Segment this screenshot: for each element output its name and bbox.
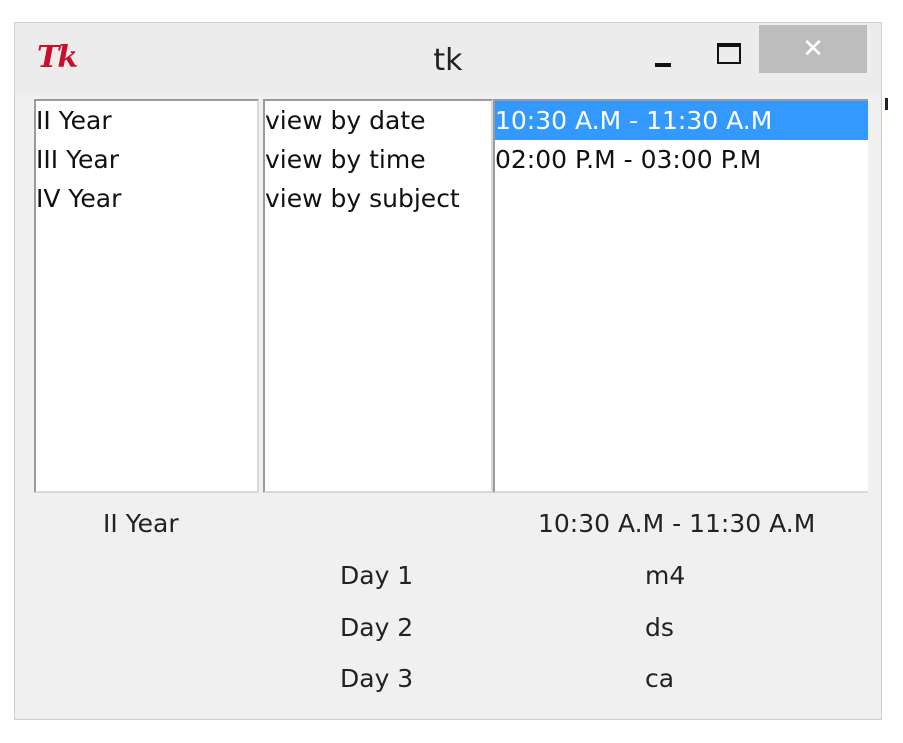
tk-window: Tk tk ✕ II Year III Year IV Year view by… bbox=[14, 22, 882, 720]
selected-time-label: 10:30 A.M - 11:30 A.M bbox=[538, 509, 816, 538]
minimize-button[interactable] bbox=[645, 41, 681, 75]
view-mode-list-item[interactable]: view by subject bbox=[265, 179, 491, 218]
view-mode-list-item[interactable]: view by date bbox=[265, 101, 491, 140]
subject-label: ds bbox=[645, 613, 674, 642]
title-bar: Tk tk ✕ bbox=[15, 23, 881, 95]
subject-label: ca bbox=[645, 664, 675, 693]
view-mode-listbox[interactable]: view by date view by time view by subjec… bbox=[263, 99, 493, 493]
stray-mark bbox=[885, 98, 888, 110]
day-label: Day 2 bbox=[340, 613, 414, 642]
day-label: Day 3 bbox=[340, 664, 414, 693]
year-listbox[interactable]: II Year III Year IV Year bbox=[34, 99, 259, 493]
subject-label: m4 bbox=[645, 561, 686, 590]
time-slot-listbox[interactable]: 10:30 A.M - 11:30 A.M 02:00 P.M - 03:00 … bbox=[493, 99, 868, 493]
time-slot-list-item[interactable]: 10:30 A.M - 11:30 A.M bbox=[495, 101, 868, 140]
view-mode-list-item[interactable]: view by time bbox=[265, 140, 491, 179]
selected-year-label: II Year bbox=[103, 509, 179, 538]
window-title: tk bbox=[433, 43, 463, 78]
maximize-button[interactable] bbox=[708, 35, 748, 73]
close-button[interactable]: ✕ bbox=[759, 25, 867, 73]
time-slot-list-item[interactable]: 02:00 P.M - 03:00 P.M bbox=[495, 140, 868, 179]
day-label: Day 1 bbox=[340, 561, 414, 590]
year-list-item[interactable]: II Year bbox=[36, 101, 257, 140]
year-list-item[interactable]: III Year bbox=[36, 140, 257, 179]
year-list-item[interactable]: IV Year bbox=[36, 179, 257, 218]
